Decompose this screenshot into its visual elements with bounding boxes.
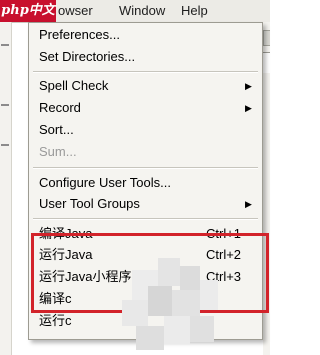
- submenu-arrow-icon: ▶: [245, 103, 252, 113]
- mosaic-watermark: [112, 250, 224, 355]
- background-tick: [1, 144, 9, 146]
- menu-item-label: Spell Check: [39, 78, 109, 93]
- php-logo: php中文网: [0, 0, 56, 40]
- menu-item-label: Sort...: [39, 122, 74, 137]
- background-field[interactable]: [263, 52, 270, 73]
- menu-window[interactable]: Window: [119, 3, 165, 18]
- menu-item-record[interactable]: Record ▶: [29, 97, 262, 119]
- submenu-arrow-icon: ▶: [245, 81, 252, 91]
- submenu-arrow-icon: ▶: [245, 199, 252, 209]
- menu-separator: [33, 167, 258, 169]
- menu-item-label: Sum...: [39, 144, 77, 159]
- menu-item-sum: Sum...: [29, 141, 262, 163]
- menu-separator: [33, 218, 258, 220]
- background-tick: [1, 104, 9, 106]
- menu-item-configure-user-tools[interactable]: Configure User Tools...: [29, 172, 262, 194]
- menu-item-label: User Tool Groups: [39, 196, 140, 211]
- menu-item-preferences[interactable]: Preferences...: [29, 24, 262, 46]
- background-panel-left: [0, 22, 12, 355]
- menu-item-label: Configure User Tools...: [39, 175, 171, 190]
- menu-item-sort[interactable]: Sort...: [29, 119, 262, 141]
- menu-item-spell-check[interactable]: Spell Check ▶: [29, 75, 262, 97]
- menu-item-label: Preferences...: [39, 27, 120, 42]
- menu-help[interactable]: Help: [181, 3, 208, 18]
- menu-item-set-directories[interactable]: Set Directories...: [29, 46, 262, 68]
- menu-item-label: 运行c: [39, 313, 72, 328]
- menu-item-label: Record: [39, 100, 81, 115]
- background-tick: [1, 44, 9, 46]
- menu-browser[interactable]: owser: [58, 3, 93, 18]
- background-button[interactable]: [263, 30, 270, 46]
- menu-item-user-tool-groups[interactable]: User Tool Groups ▶: [29, 193, 262, 215]
- menu-separator: [33, 71, 258, 73]
- menu-bar: php中文网 owser Window Help: [0, 0, 270, 40]
- menu-item-label: Set Directories...: [39, 49, 136, 64]
